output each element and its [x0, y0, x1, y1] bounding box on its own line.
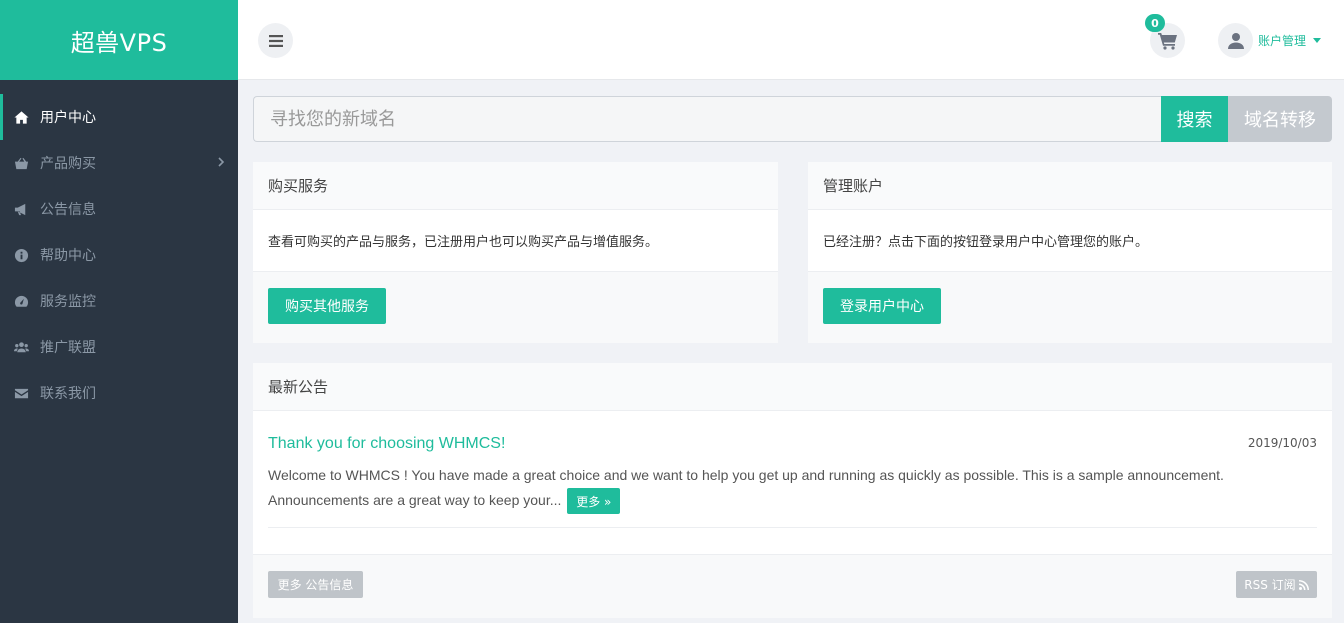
buy-panel-description: 查看可购买的产品与服务，已注册用户也可以购买产品与增值服务。 — [268, 235, 659, 250]
account-menu-label: 账户管理 — [1258, 34, 1307, 48]
panel-footer: 购买其他服务 — [253, 271, 778, 343]
rss-icon — [1298, 579, 1309, 590]
announcement-item: Thank you for choosing WHMCS! 2019/10/03… — [253, 411, 1332, 554]
sidebar-item-affiliates[interactable]: 推广联盟 — [0, 324, 238, 370]
buy-other-services-button[interactable]: 购买其他服务 — [268, 288, 386, 324]
manage-account-panel: 管理账户 已经注册？点击下面的按钮登录用户中心管理您的账户。 登录用户中心 — [808, 162, 1332, 343]
home-icon — [13, 109, 29, 125]
announcement-title-link[interactable]: Thank you for choosing WHMCS! — [268, 435, 505, 453]
panel-title: 购买服务 — [253, 162, 778, 210]
sidebar-item-help[interactable]: 帮助中心 — [0, 232, 238, 278]
sidebar-item-label: 联系我们 — [40, 386, 96, 402]
info-icon — [13, 247, 29, 263]
cart-button[interactable]: 0 — [1145, 14, 1185, 58]
sidebar-nav: 用户中心 产品购买 公告信息 帮助中心 服务监控 推广联盟 联系我们 — [0, 80, 238, 416]
announcements-panel: 最新公告 Thank you for choosing WHMCS! 2019/… — [253, 363, 1332, 618]
divider — [268, 527, 1317, 528]
sidebar-item-label: 用户中心 — [40, 110, 96, 126]
sidebar: 超兽VPS 用户中心 产品购买 公告信息 帮助中心 服务监控 推广联盟 联系我们 — [0, 0, 238, 623]
sidebar-item-label: 帮助中心 — [40, 248, 96, 264]
envelope-icon — [13, 385, 29, 401]
caret-down-icon — [1313, 38, 1322, 43]
users-icon — [13, 339, 29, 355]
basket-icon — [13, 155, 29, 171]
sidebar-item-label: 产品购买 — [40, 156, 96, 172]
announcement-date: 2019/10/03 — [1247, 436, 1317, 450]
announcement-excerpt: Welcome to WHMCS ! You have made a great… — [268, 463, 1278, 515]
sidebar-toggle-button[interactable] — [258, 23, 293, 58]
panel-title: 管理账户 — [808, 162, 1332, 210]
hamburger-icon — [268, 34, 283, 47]
sidebar-item-monitoring[interactable]: 服务监控 — [0, 278, 238, 324]
chevron-right-icon — [214, 155, 228, 169]
panel-text: 查看可购买的产品与服务，已注册用户也可以购买产品与增值服务。 — [253, 210, 778, 271]
avatar — [1218, 23, 1253, 58]
account-panel-description: 已经注册？点击下面的按钮登录用户中心管理您的账户。 — [823, 235, 1149, 250]
panel-footer: 更多 公告信息 RSS 订阅 — [253, 554, 1332, 618]
account-menu[interactable]: 账户管理 — [1218, 23, 1322, 58]
sidebar-item-contact[interactable]: 联系我们 — [0, 370, 238, 416]
domain-search-input[interactable] — [253, 96, 1161, 142]
sidebar-item-label: 公告信息 — [40, 202, 96, 218]
panel-footer: 登录用户中心 — [808, 271, 1332, 343]
dashboard-icon — [13, 293, 29, 309]
panel-text: 已经注册？点击下面的按钮登录用户中心管理您的账户。 — [808, 210, 1332, 271]
login-user-center-button[interactable]: 登录用户中心 — [823, 288, 941, 324]
rss-subscribe-button[interactable]: RSS 订阅 — [1236, 571, 1317, 598]
sidebar-item-user-center[interactable]: 用户中心 — [0, 94, 238, 140]
sidebar-item-label: 推广联盟 — [40, 340, 96, 356]
sidebar-item-announcements[interactable]: 公告信息 — [0, 186, 238, 232]
announcement-excerpt-text: Welcome to WHMCS ! You have made a great… — [268, 467, 1224, 508]
rss-label: RSS 订阅 — [1244, 578, 1296, 592]
panel-title: 最新公告 — [253, 363, 1332, 411]
buy-services-panel: 购买服务 查看可购买的产品与服务，已注册用户也可以购买产品与增值服务。 购买其他… — [253, 162, 778, 343]
sidebar-item-label: 服务监控 — [40, 294, 96, 310]
sidebar-item-products[interactable]: 产品购买 — [0, 140, 238, 186]
user-icon — [1227, 32, 1244, 49]
cart-count-badge: 0 — [1145, 14, 1165, 32]
more-announcements-button[interactable]: 更多 公告信息 — [268, 571, 363, 598]
domain-search-bar: 搜索 域名转移 — [253, 96, 1332, 142]
brand-logo[interactable]: 超兽VPS — [0, 0, 238, 80]
bullhorn-icon — [13, 201, 29, 217]
search-button[interactable]: 搜索 — [1161, 96, 1228, 142]
domain-transfer-button[interactable]: 域名转移 — [1228, 96, 1332, 142]
cart-icon — [1157, 32, 1177, 50]
read-more-button[interactable]: 更多 » — [567, 488, 621, 515]
top-header: 0 账户管理 — [238, 0, 1344, 80]
